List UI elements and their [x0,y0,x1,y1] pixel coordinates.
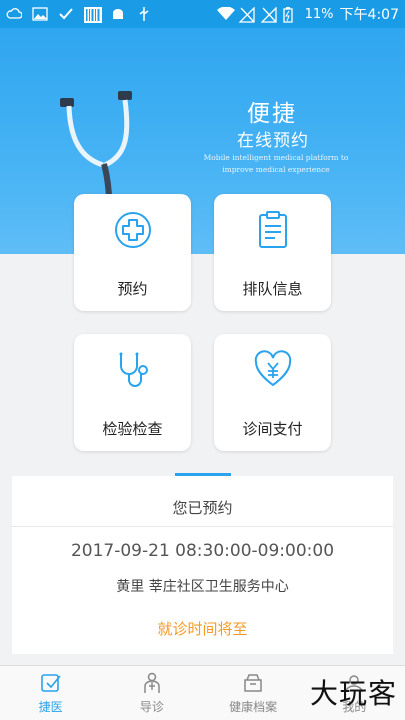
tile-lab-tests[interactable]: 检验检查 [74,334,191,451]
tile-appointment[interactable]: 预约 [74,194,191,311]
battery-icon [282,7,299,23]
tile-label: 诊间支付 [242,420,303,438]
no-signal-icon [260,6,277,23]
hero-english-tagline: Mobile intelligent medical platform to i… [203,153,349,174]
clipboard-icon [258,211,287,248]
tile-queue-info[interactable]: 排队信息 [214,194,331,311]
stethoscope-illustration [60,91,132,229]
appointment-title: 您已预约 [172,499,233,517]
hero-subtitle: 在线预约 [237,131,309,151]
tile-label: 检验检查 [102,420,163,438]
doctor-icon [144,672,160,693]
nav-label: 捷医 [38,700,63,714]
nav-label: 导诊 [139,700,164,714]
android-icon [110,7,126,21]
appointment-card[interactable]: 您已预约 2017-09-21 08:30:00-09:00:00 黄里 莘庄社… [12,476,393,654]
watermark-text: 大玩客 [309,677,397,710]
appointment-time: 2017-09-21 08:30:00-09:00:00 [70,541,335,561]
tile-label: 预约 [117,280,148,298]
appointment-status: 就诊时间将至 [157,620,248,638]
jieyi-icon [40,674,61,692]
divider [12,526,393,527]
nav-item-health-records[interactable]: 健康档案 [203,666,304,720]
nav-item-jieyi[interactable]: 捷医 [0,666,101,720]
check-icon [58,7,74,21]
status-bar: 11% 下午4:07 [0,0,405,28]
usb-icon [136,7,152,21]
stethoscope-icon [119,352,148,387]
tile-clinic-payment[interactable]: 诊间支付 [214,334,331,451]
appointment-place: 黄里 莘庄社区卫生服务中心 [116,579,289,595]
no-signal-icon [238,6,255,23]
barcode-icon [84,7,102,23]
hero-title: 便捷 [247,101,297,127]
cloud-icon [6,7,23,21]
archive-icon [244,674,262,692]
image-icon [32,7,48,21]
tile-label: 排队信息 [242,280,303,298]
heart-yuan-icon [254,350,291,387]
nav-item-guide[interactable]: 导诊 [101,666,202,720]
nav-label: 健康档案 [229,700,278,714]
hospital-cross-icon [114,212,151,248]
clock: 下午4:07 [339,7,399,23]
battery-percent: 11% [304,6,334,22]
hero-banner: 便捷 在线预约 Mobile intelligent medical platf… [0,28,405,254]
wifi-icon [216,6,235,21]
